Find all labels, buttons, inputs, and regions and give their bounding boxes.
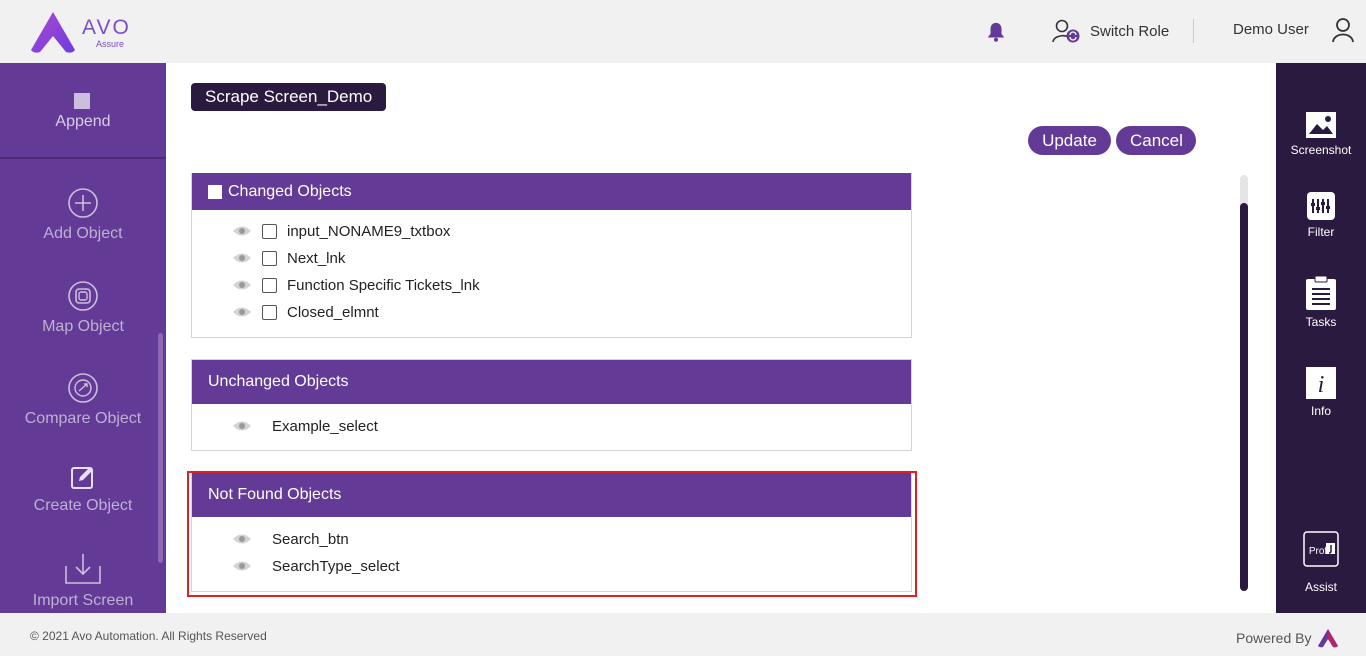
right-sidebar: Screenshot Filter Tasks i Info Prof Assi… <box>1276 63 1366 613</box>
create-object-button[interactable]: Create Object <box>0 463 166 515</box>
import-screen-label: Import Screen <box>32 592 134 609</box>
not-found-objects-panel: Not Found Objects Search_btn SearchType_… <box>191 472 912 592</box>
object-name: Example_select <box>272 417 378 435</box>
eye-icon[interactable] <box>232 419 252 433</box>
map-object-label: Map Object <box>42 318 124 335</box>
info-button[interactable]: i Info <box>1276 366 1366 418</box>
object-name: SearchType_select <box>272 557 400 575</box>
svg-text:i: i <box>1318 372 1325 398</box>
unchanged-objects-title: Unchanged Objects <box>208 373 349 390</box>
filter-icon <box>1307 192 1335 220</box>
screen-title: Scrape Screen_Demo <box>191 83 387 111</box>
object-checkbox[interactable] <box>262 304 277 320</box>
unchanged-objects-header: Unchanged Objects <box>192 360 911 404</box>
append-checkbox-icon <box>74 93 90 109</box>
filter-label: Filter <box>1307 225 1335 239</box>
screenshot-label: Screenshot <box>1290 143 1352 157</box>
list-item: Search_btn <box>232 529 349 549</box>
object-name: Function Specific Tickets_lnk <box>287 276 480 294</box>
notification-bell-icon[interactable] <box>985 21 1007 43</box>
add-object-button[interactable]: Add Object <box>0 187 166 243</box>
list-item: Function Specific Tickets_lnk <box>232 275 480 295</box>
user-avatar-icon[interactable] <box>1331 17 1355 43</box>
list-item: input_NONAME9_txtbox <box>232 221 450 241</box>
changed-objects-panel: Changed Objects input_NONAME9_txtbox Nex… <box>191 173 912 338</box>
assist-label: Assist <box>1304 580 1337 594</box>
screenshot-button[interactable]: Screenshot <box>1276 111 1366 157</box>
import-screen-icon <box>65 554 101 584</box>
add-object-label: Add Object <box>43 225 123 242</box>
unchanged-objects-panel: Unchanged Objects Example_select <box>191 359 912 451</box>
compare-object-icon <box>68 373 98 403</box>
map-object-button[interactable]: Map Object <box>0 280 166 336</box>
header-divider <box>1193 19 1194 43</box>
copyright-text: © 2021 Avo Automation. All Rights Reserv… <box>30 629 267 643</box>
list-item: Example_select <box>232 416 378 436</box>
assist-badge-text: Prof <box>1309 546 1328 557</box>
not-found-objects-title: Not Found Objects <box>208 486 342 503</box>
filter-button[interactable]: Filter <box>1276 191 1366 239</box>
eye-icon[interactable] <box>232 559 252 573</box>
tasks-icon <box>1306 275 1336 310</box>
app-footer: © 2021 Avo Automation. All Rights Reserv… <box>0 613 1366 656</box>
cancel-button[interactable]: Cancel <box>1116 126 1196 155</box>
compare-object-label: Compare Object <box>24 410 142 427</box>
main-content: Scrape Screen_Demo Update Cancel Changed… <box>171 63 1275 613</box>
eye-icon[interactable] <box>232 224 252 238</box>
import-screen-button[interactable]: Import Screen <box>0 552 166 610</box>
object-name: Search_btn <box>272 530 349 548</box>
left-sidebar: Append Add Object Map Object Compare Obj… <box>0 63 166 613</box>
eye-icon[interactable] <box>232 251 252 265</box>
assist-button[interactable]: Prof Assist <box>1276 530 1366 594</box>
screenshot-icon <box>1306 112 1336 138</box>
tasks-button[interactable]: Tasks <box>1276 275 1366 329</box>
logo-text: AVO <box>82 16 131 39</box>
list-item: Closed_elmnt <box>232 302 379 322</box>
update-button[interactable]: Update <box>1028 126 1111 155</box>
list-item: SearchType_select <box>232 556 400 576</box>
switch-role-button[interactable]: Switch Role <box>1052 17 1169 45</box>
logo-subtext: Assure <box>96 39 125 49</box>
eye-icon[interactable] <box>232 305 252 319</box>
compare-object-button[interactable]: Compare Object <box>0 372 166 428</box>
plus-circle-icon <box>68 188 98 218</box>
avo-small-logo-icon <box>1318 629 1339 648</box>
scrollbar-thumb[interactable] <box>1240 203 1248 591</box>
object-checkbox[interactable] <box>262 223 277 239</box>
map-object-icon <box>68 281 98 311</box>
switch-role-label: Switch Role <box>1090 22 1170 40</box>
sidebar-scrollbar[interactable] <box>158 333 163 563</box>
tasks-label: Tasks <box>1305 315 1337 329</box>
append-label: Append <box>55 113 111 130</box>
switch-role-icon <box>1052 19 1080 43</box>
object-name: Next_lnk <box>287 249 346 267</box>
object-checkbox[interactable] <box>262 277 277 293</box>
eye-icon[interactable] <box>232 278 252 292</box>
user-name[interactable]: Demo User <box>1233 21 1309 38</box>
powered-by-label: Powered By <box>1236 630 1312 646</box>
object-checkbox[interactable] <box>262 250 277 266</box>
object-name: input_NONAME9_txtbox <box>287 222 451 240</box>
append-button[interactable]: Append <box>0 63 166 159</box>
not-found-objects-header: Not Found Objects <box>192 473 911 517</box>
eye-icon[interactable] <box>232 532 252 546</box>
powered-by: Powered By <box>1236 628 1339 648</box>
changed-objects-header: Changed Objects <box>192 173 911 210</box>
object-name: Closed_elmnt <box>287 303 379 321</box>
list-item: Next_lnk <box>232 248 345 268</box>
info-label: Info <box>1310 404 1331 418</box>
select-all-checkbox[interactable] <box>208 184 222 199</box>
create-object-icon <box>71 467 93 489</box>
assist-icon: Prof <box>1303 531 1339 567</box>
changed-objects-title: Changed Objects <box>228 182 352 200</box>
avo-logo-icon <box>31 12 75 53</box>
create-object-label: Create Object <box>33 497 133 514</box>
info-icon: i <box>1306 367 1336 399</box>
app-header: AVO Assure Switch Role Demo User <box>0 0 1366 63</box>
